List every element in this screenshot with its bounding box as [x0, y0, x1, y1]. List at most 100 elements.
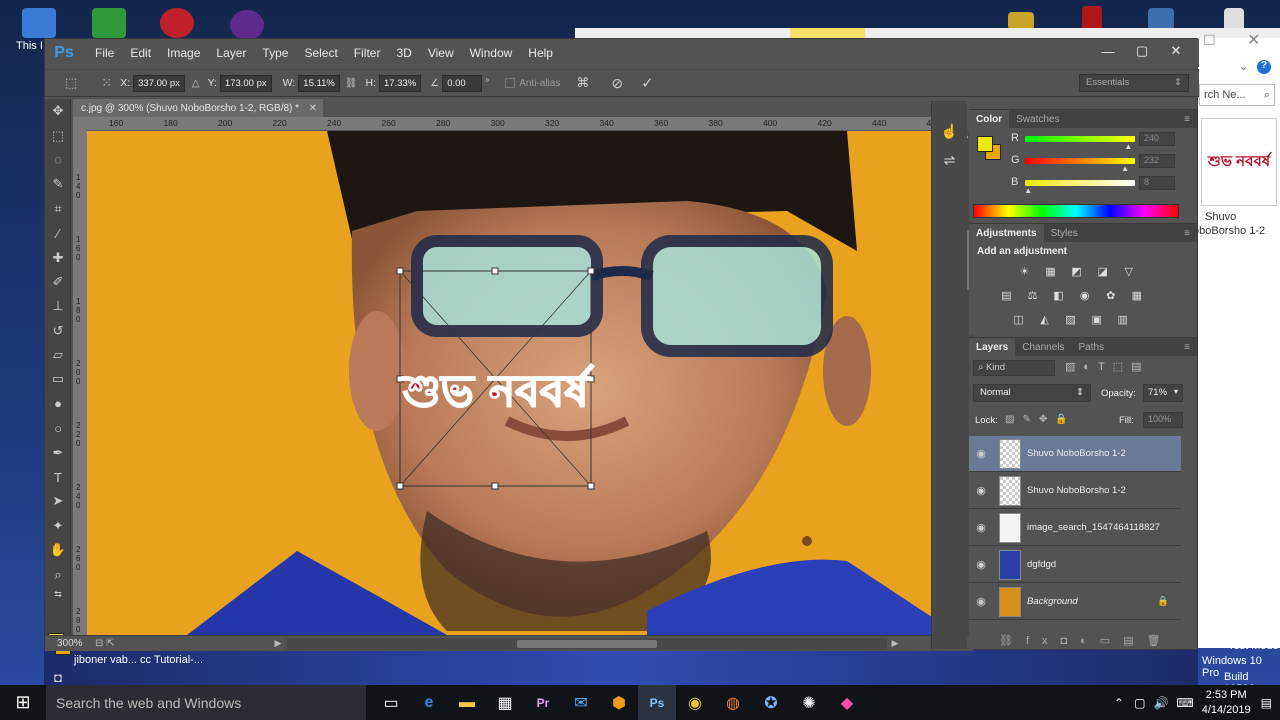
brush-tool-icon[interactable]: ✐	[45, 270, 71, 294]
color-lookup-icon[interactable]: ▦	[1127, 289, 1146, 305]
network-icon[interactable]: ▢	[1134, 696, 1145, 710]
blend-mode-select[interactable]: Normal ⇕	[973, 384, 1091, 402]
g-slider[interactable]	[1025, 158, 1135, 164]
layer-row-0[interactable]: ◉ Shuvo NoboBorsho 1-2	[969, 436, 1181, 472]
g-value[interactable]: 232	[1139, 154, 1175, 168]
browser-close-button[interactable]: ✕	[1247, 30, 1260, 50]
delta-icon[interactable]: △	[192, 78, 200, 89]
maximize-button[interactable]: ▢	[1125, 39, 1159, 63]
eye-icon[interactable]: ◉	[969, 595, 993, 608]
opacity-field[interactable]: 71% ▾	[1143, 384, 1183, 402]
close-icon[interactable]: ✕	[309, 103, 317, 114]
hue-saturation-icon[interactable]: ▤	[997, 289, 1016, 305]
gradient-tool-icon[interactable]: ▭	[45, 367, 71, 391]
gradient-map-icon[interactable]: ▥	[1113, 313, 1132, 329]
exposure-icon[interactable]: ◪	[1093, 265, 1112, 281]
minimize-button[interactable]: —	[1091, 39, 1125, 63]
purple-app-icon[interactable]	[230, 10, 264, 40]
chevron-up-icon[interactable]: ⌃	[1114, 696, 1124, 710]
r-slider-handle[interactable]: ▲	[1124, 142, 1132, 151]
b-slider[interactable]	[1025, 180, 1135, 186]
hscroll-thumb[interactable]	[517, 639, 658, 648]
document-tab[interactable]: c.jpg @ 300% (Shuvo NoboBorsho 1-2, RGB/…	[73, 99, 323, 117]
stamp-tool-icon[interactable]: ⊥	[45, 294, 71, 318]
layer-filter-kind[interactable]: ⌕ Kind	[973, 360, 1055, 376]
menu-type[interactable]: Type	[254, 46, 296, 60]
blur-tool-icon[interactable]: ●	[45, 392, 71, 416]
clock[interactable]: 2:53 PM 4/14/2019	[1202, 688, 1251, 718]
menu-view[interactable]: View	[420, 46, 462, 60]
layer-filter-icons[interactable]: ▨◐T⬚▤	[1065, 360, 1150, 373]
invert-icon[interactable]: ◫	[1009, 313, 1028, 329]
menu-help[interactable]: Help	[520, 46, 561, 60]
result-thumbnail[interactable]: শুভ নববর্ষ	[1201, 118, 1277, 206]
threshold-icon[interactable]: ▨	[1061, 313, 1080, 329]
photoshop-taskbar-icon[interactable]: Ps	[638, 685, 676, 720]
curves-icon[interactable]: ◩	[1067, 265, 1086, 281]
quick-select-icon[interactable]: ✎	[45, 172, 71, 196]
x-field[interactable]: 337.00 px	[133, 74, 185, 92]
layer-row-2[interactable]: ◉ image_search_1547464118827	[969, 510, 1181, 546]
chrome-icon[interactable]: ◉	[676, 685, 714, 720]
eyedropper-icon[interactable]: ⁄	[45, 221, 71, 245]
vibrance-icon[interactable]: ▽	[1119, 265, 1138, 281]
pink-app-icon[interactable]: ◆	[828, 685, 866, 720]
notifications-icon[interactable]: ▤	[1261, 696, 1272, 710]
color-balance-icon[interactable]: ⚖	[1023, 289, 1042, 305]
tab-paths[interactable]: Paths	[1072, 338, 1112, 356]
scroll-left-icon[interactable]: ▶	[275, 638, 282, 649]
menu-select[interactable]: Select	[296, 46, 345, 60]
transform-tool-icon[interactable]: ⬚	[65, 75, 77, 91]
close-button[interactable]: ✕	[1159, 39, 1193, 63]
lasso-tool-icon[interactable]: ◌	[45, 148, 71, 172]
panel-foreground-swatch[interactable]	[977, 136, 993, 152]
b-value[interactable]: 8	[1139, 176, 1175, 190]
path-select-icon[interactable]: ➤	[45, 489, 71, 513]
eye-icon[interactable]: ◉	[969, 521, 993, 534]
orange-app-icon[interactable]: ⬢	[600, 685, 638, 720]
layer-row-3[interactable]: ◉ dgfdgd	[969, 547, 1181, 583]
keyboard-icon[interactable]: ⌨	[1176, 696, 1193, 710]
angle-field[interactable]: 0.00	[442, 74, 483, 92]
this-pc-icon[interactable]	[22, 8, 56, 38]
menu-filter[interactable]: Filter	[346, 46, 389, 60]
h-field[interactable]: 17.33%	[379, 74, 422, 92]
reference-point-icon[interactable]: ⁙	[101, 75, 112, 91]
eye-icon[interactable]: ◉	[969, 484, 993, 497]
zoom-tool-icon[interactable]: ⌕	[45, 562, 71, 586]
browser-restore-button[interactable]: ☐	[1203, 32, 1216, 49]
shape-tool-icon[interactable]: ✦	[45, 514, 71, 538]
swap-colors-icon[interactable]: ⇆	[45, 587, 71, 603]
quick-mask-icon[interactable]: ◘	[45, 667, 71, 687]
desktop-task-caption[interactable]: jiboner vab... cc Tutorial-...	[74, 654, 203, 666]
dodge-tool-icon[interactable]: ○	[45, 416, 71, 440]
result-caption-1[interactable]: Shuvo	[1205, 211, 1236, 223]
channel-mixer-icon[interactable]: ✿	[1101, 289, 1120, 305]
layers-footer-icons[interactable]: ⛓fx◘◐▭▤🗑	[999, 634, 1174, 647]
commit-transform-icon[interactable]: ✓	[641, 74, 654, 92]
g-slider-handle[interactable]: ▲	[1121, 164, 1129, 173]
menu-layer[interactable]: Layer	[208, 46, 254, 60]
chevron-down-icon[interactable]: ⌄	[1239, 60, 1248, 73]
tab-swatches[interactable]: Swatches	[1009, 110, 1066, 128]
photo-filter-icon[interactable]: ◉	[1075, 289, 1094, 305]
properties-panel-icon[interactable]: ⇌	[932, 152, 967, 169]
file-explorer-icon[interactable]: ▬	[448, 685, 486, 720]
pen-tool-icon[interactable]: ✒	[45, 440, 71, 464]
status-info-icon[interactable]: ⊟ ⇱	[95, 638, 115, 649]
scroll-right-icon[interactable]: ▶	[891, 638, 898, 649]
workspace-select[interactable]: Essentials ⇕	[1079, 74, 1189, 92]
posterize-icon[interactable]: ◭	[1035, 313, 1054, 329]
document-canvas[interactable]: শুভ নববর্ষ	[87, 131, 959, 635]
black-white-icon[interactable]: ◧	[1049, 289, 1068, 305]
lock-icons[interactable]: ▨✎✥🔒	[1005, 414, 1076, 425]
cancel-transform-icon[interactable]: ⊘	[611, 75, 623, 92]
tab-layers[interactable]: Layers	[969, 338, 1016, 356]
premiere-icon[interactable]: Pr	[524, 685, 562, 720]
mp3-app-icon[interactable]	[92, 8, 126, 38]
b-slider-handle[interactable]: ▲	[1024, 186, 1032, 195]
menu-3d[interactable]: 3D	[388, 46, 419, 60]
history-panel-icon[interactable]: ☝	[932, 123, 967, 140]
firefox-icon[interactable]: ◍	[714, 685, 752, 720]
crop-tool-icon[interactable]: ⌗	[45, 197, 71, 221]
